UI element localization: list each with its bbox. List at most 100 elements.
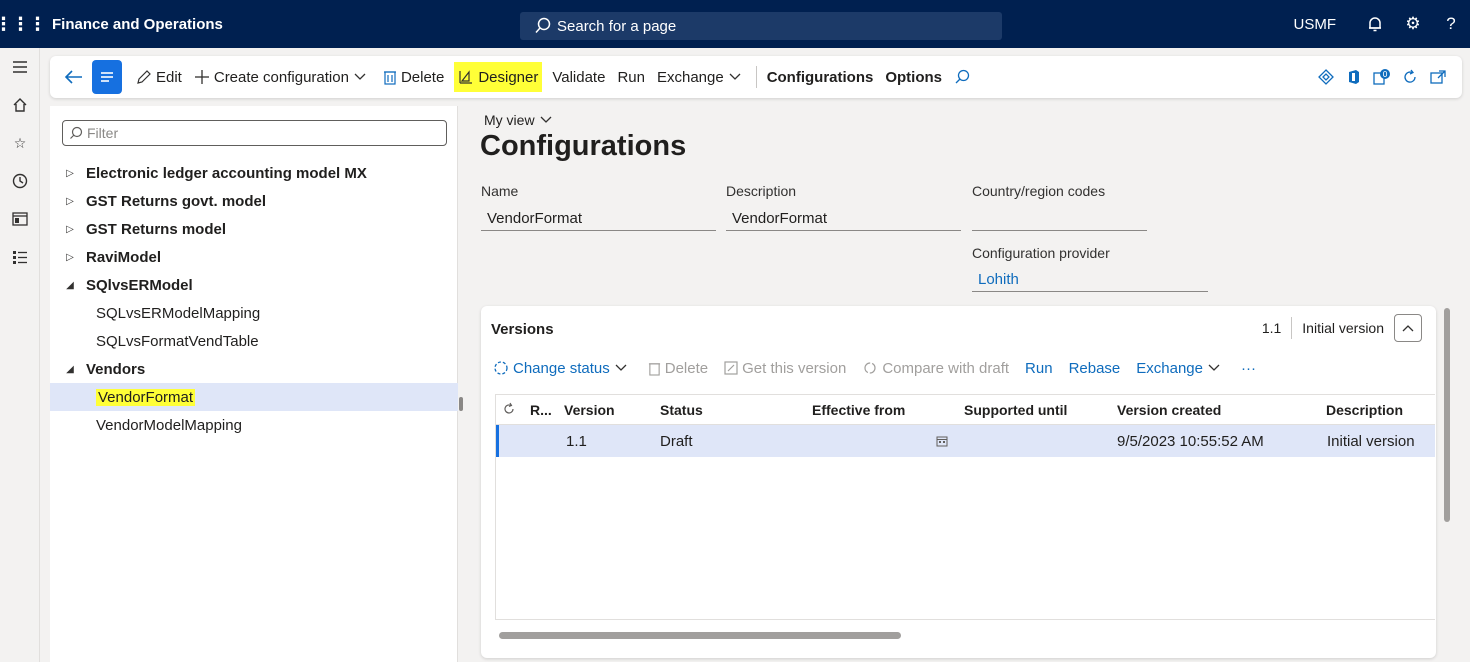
column-header-version[interactable]: Version: [564, 402, 615, 418]
column-header-supported-until[interactable]: Supported until: [964, 402, 1067, 418]
lines-icon: [101, 72, 113, 82]
name-label: Name: [481, 183, 519, 199]
home-icon[interactable]: [0, 86, 40, 124]
caret-right-icon[interactable]: ▷: [50, 196, 76, 207]
grid-header: R... Version Status Effective from Suppo…: [496, 395, 1435, 425]
search-icon: [70, 126, 83, 139]
caret-right-icon[interactable]: ▷: [50, 224, 76, 235]
configuration-provider-link[interactable]: Lohith: [972, 268, 1208, 292]
back-arrow-icon[interactable]: [56, 59, 92, 95]
country-region-field[interactable]: [972, 207, 1147, 231]
version-delete-button[interactable]: Delete: [648, 360, 708, 377]
action-search-icon[interactable]: [948, 62, 980, 92]
tree-item[interactable]: ▷ GST Returns govt. model: [50, 187, 458, 215]
edit-button[interactable]: Edit: [130, 62, 188, 92]
company-selector[interactable]: USMF: [1294, 16, 1337, 33]
versions-summary: 1.1 Initial version: [1262, 313, 1422, 343]
refresh-grid-icon[interactable]: [502, 402, 516, 419]
view-selector[interactable]: My view: [484, 112, 553, 128]
office-icon[interactable]: [1340, 69, 1368, 85]
designer-button[interactable]: Designer: [454, 62, 543, 92]
tree-item-label: SQLvsERModelMapping: [96, 304, 261, 322]
cell-version: 1.1: [566, 433, 587, 450]
tree-item-label: Electronic ledger accounting model MX: [86, 164, 367, 182]
clock-icon[interactable]: [0, 162, 40, 200]
delete-button[interactable]: Delete: [377, 62, 450, 92]
table-row[interactable]: 1.1 Draft 9/5/2023 10:55:52 AM Initial v…: [496, 425, 1435, 457]
bell-icon[interactable]: [1356, 0, 1394, 48]
more-options-icon[interactable]: ···: [1241, 360, 1256, 377]
tree-item[interactable]: ◢ Vendors: [50, 355, 458, 383]
chevron-down-icon: [1208, 364, 1220, 371]
tree-item-selected[interactable]: VendorFormat: [50, 383, 458, 411]
hamburger-menu-icon[interactable]: [0, 48, 40, 86]
toolbar-divider: [755, 66, 757, 88]
column-header-effective-from[interactable]: Effective from: [812, 402, 905, 418]
rebase-button[interactable]: Rebase: [1069, 360, 1121, 377]
versions-title: Versions: [491, 321, 554, 338]
get-this-version-button[interactable]: Get this version: [724, 360, 846, 377]
edit-label: Edit: [156, 68, 182, 86]
column-header-r[interactable]: R...: [530, 402, 552, 418]
workspaces-icon[interactable]: [0, 200, 40, 238]
power-apps-icon[interactable]: [1312, 69, 1340, 85]
open-new-window-icon[interactable]: [1424, 70, 1452, 84]
caret-expanded-icon[interactable]: ◢: [50, 280, 76, 291]
tree-item[interactable]: ▷ Electronic ledger accounting model MX: [50, 159, 458, 187]
plus-icon: [194, 70, 209, 84]
caret-right-icon[interactable]: ▷: [50, 168, 76, 179]
column-header-version-created[interactable]: Version created: [1117, 402, 1221, 418]
refresh-icon[interactable]: [1396, 69, 1424, 85]
run-button[interactable]: Run: [611, 62, 651, 92]
configurations-tab[interactable]: Configurations: [761, 62, 880, 92]
left-navigation: ☆: [0, 48, 40, 662]
tree-item[interactable]: ▷ GST Returns model: [50, 215, 458, 243]
gear-icon[interactable]: ⚙: [1394, 0, 1432, 48]
caret-expanded-icon[interactable]: ◢: [50, 364, 76, 375]
edit-box-icon: [724, 361, 738, 375]
configuration-tree: ▷ Electronic ledger accounting model MX …: [50, 159, 458, 439]
star-icon[interactable]: ☆: [0, 124, 40, 162]
column-header-description[interactable]: Description: [1326, 402, 1403, 418]
change-status-button[interactable]: Change status: [493, 360, 632, 377]
tree-item[interactable]: ◢ SQlvsERModel: [50, 271, 458, 299]
exchange-button[interactable]: Exchange: [651, 62, 752, 92]
exchange-label: Exchange: [656, 68, 724, 86]
trash-icon: [648, 362, 660, 376]
calendar-icon[interactable]: [936, 434, 948, 451]
version-run-button[interactable]: Run: [1025, 360, 1053, 377]
vertical-scrollbar[interactable]: [1444, 308, 1450, 522]
help-icon[interactable]: ?: [1432, 0, 1470, 48]
compare-with-draft-button[interactable]: Compare with draft: [862, 360, 1009, 377]
description-field[interactable]: VendorFormat: [726, 207, 961, 231]
version-exchange-button[interactable]: Exchange: [1136, 360, 1225, 377]
panel-splitter-handle[interactable]: [459, 397, 463, 411]
search-page-box[interactable]: Search for a page: [520, 12, 1002, 40]
name-field[interactable]: VendorFormat: [481, 207, 716, 231]
create-configuration-button[interactable]: Create configuration: [188, 62, 377, 92]
cell-version-created: 9/5/2023 10:55:52 AM: [1117, 433, 1264, 450]
designer-icon: [459, 70, 473, 84]
action-menu-button[interactable]: [92, 60, 122, 94]
svg-text:0: 0: [1382, 70, 1387, 79]
trash-icon: [383, 71, 396, 85]
column-header-status[interactable]: Status: [660, 402, 703, 418]
tree-item[interactable]: SQLvsERModelMapping: [50, 299, 458, 327]
tree-item-label: VendorFormat: [96, 388, 196, 406]
collapse-section-button[interactable]: [1394, 314, 1422, 342]
tree-item[interactable]: VendorModelMapping: [50, 411, 458, 439]
app-launcher-icon[interactable]: ⋮⋮⋮: [0, 0, 47, 48]
app-title[interactable]: Finance and Operations: [52, 16, 223, 33]
modules-icon[interactable]: [0, 238, 40, 276]
chevron-up-icon: [1402, 325, 1414, 332]
page-title: Configurations: [480, 130, 687, 162]
compare-icon: [864, 362, 876, 374]
options-tab[interactable]: Options: [879, 62, 948, 92]
attachments-badge-icon[interactable]: 0: [1368, 69, 1396, 85]
tree-item[interactable]: ▷ RaviModel: [50, 243, 458, 271]
caret-right-icon[interactable]: ▷: [50, 252, 76, 263]
horizontal-scrollbar[interactable]: [499, 632, 901, 639]
tree-item[interactable]: SQLvsFormatVendTable: [50, 327, 458, 355]
filter-input[interactable]: Filter: [62, 120, 447, 146]
validate-button[interactable]: Validate: [546, 62, 611, 92]
